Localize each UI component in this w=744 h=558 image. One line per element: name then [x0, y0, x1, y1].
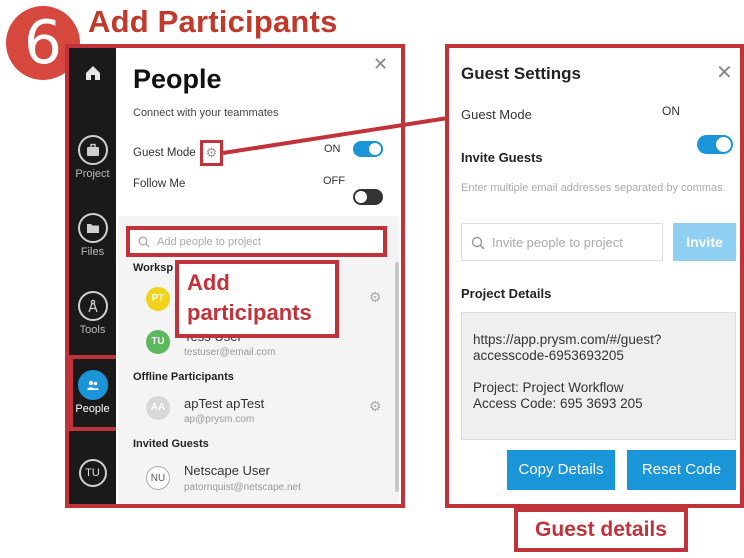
details-url-line-2: accesscode-6953693205 [473, 348, 624, 363]
close-icon[interactable]: ✕ [716, 60, 733, 85]
project-details-heading: Project Details [461, 286, 552, 301]
guest-settings-title: Guest Settings [461, 64, 581, 83]
guest-mode-label: Guest Mode [461, 107, 532, 122]
guest-mode-state: ON [662, 104, 680, 118]
invite-placeholder: Invite people to project [492, 235, 623, 250]
guest-mode-toggle[interactable] [697, 135, 733, 154]
invite-guests-heading: Invite Guests [461, 150, 543, 165]
search-icon [471, 236, 485, 250]
details-project: Project: Project Workflow [473, 380, 624, 395]
add-participants-callout: Add participants [175, 260, 339, 338]
copy-details-button[interactable]: Copy Details [507, 450, 615, 490]
step-title: Add Participants [88, 4, 338, 39]
details-access-code: Access Code: 695 3693 205 [473, 396, 643, 411]
guest-details-callout: Guest details [514, 508, 688, 552]
project-details-box: https://app.prysm.com/#/guest? accesscod… [461, 312, 736, 440]
details-url-line-1: https://app.prysm.com/#/guest? [473, 332, 662, 347]
reset-code-button[interactable]: Reset Code [627, 450, 736, 490]
invite-email-input[interactable]: Invite people to project [461, 223, 663, 261]
invite-hint: Enter multiple email addresses separated… [461, 182, 726, 194]
invite-button[interactable]: Invite [673, 223, 736, 261]
